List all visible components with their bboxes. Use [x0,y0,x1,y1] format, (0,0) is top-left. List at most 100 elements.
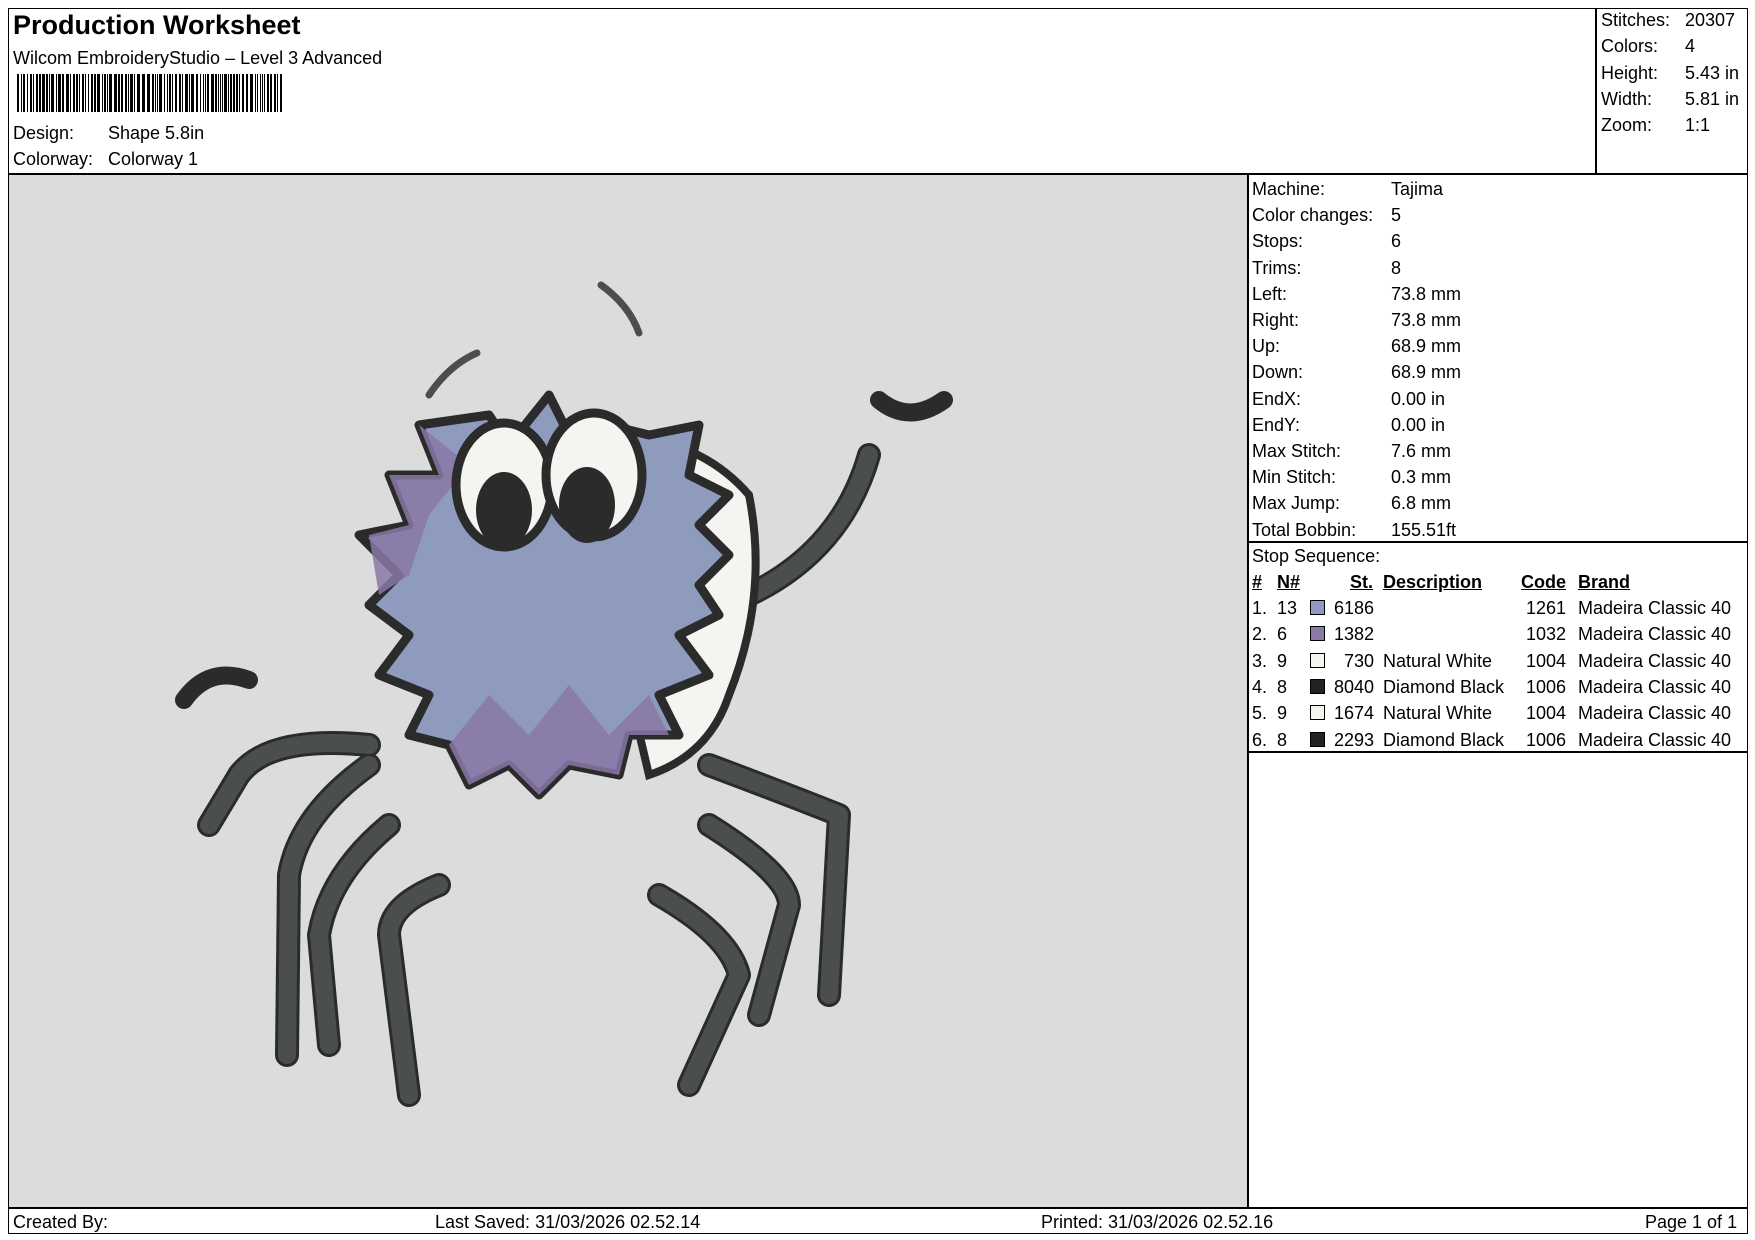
barcode-bar [128,74,129,112]
stop-row-needle: 13 [1277,598,1298,618]
stop-row-code: 1004 [1526,650,1567,671]
barcode-bar [118,74,120,112]
machine-info-value: 0.3 mm [1391,467,1452,488]
barcode-bar [152,74,154,112]
stop-row-description: Diamond Black [1383,676,1505,697]
barcode-bar [222,74,223,112]
barcode-bar [73,74,75,112]
barcode-bar [42,74,45,112]
col-header-code: Code [1521,572,1566,592]
col-header-brand: Brand [1578,572,1631,592]
stop-row-code: 1004 [1526,703,1567,724]
barcode-bar [102,74,103,112]
barcode-bar [267,74,269,112]
machine-info-label: Max Jump: [1252,493,1341,514]
stop-row-brand: Madeira Classic 40 [1578,729,1732,750]
barcode-bar [56,74,57,112]
barcode-bar [228,74,229,112]
stitches-label: Stitches: [1601,10,1671,30]
left-pupil [476,472,532,548]
stop-sequence-title: Stop Sequence: [1252,546,1381,566]
stop-row-brand: Madeira Classic 40 [1578,650,1732,671]
stop-row-code: 1261 [1526,598,1567,618]
stop-row-description: Diamond Black [1383,729,1505,750]
machine-info-value: 73.8 mm [1391,310,1462,330]
barcode-bar [157,74,158,112]
machine-info-label: Down: [1252,362,1304,383]
machine-info-label: Machine: [1252,179,1326,199]
barcode-bar [172,74,173,112]
stop-row-code: 1006 [1526,676,1567,697]
barcode-bar [200,74,201,112]
machine-info-value: 155.51ft [1391,519,1457,540]
stop-row-number: 5. [1252,703,1268,724]
barcode-bar [137,74,140,112]
barcode-bar [164,74,165,112]
barcode-bar [179,74,181,112]
created-by: Created By: [13,1212,109,1232]
spider-embroidery-image [175,281,953,1107]
col-header-st: St. [1350,572,1374,592]
zoom-value: 1:1 [1685,115,1711,135]
barcode-image [17,74,282,112]
notes-panel [1248,752,1748,1208]
barcode-bar [39,74,41,112]
barcode-bar [88,74,89,112]
color-swatch [1310,705,1325,721]
design-value: Shape 5.8in [108,123,205,143]
barcode-bar [224,74,227,112]
left-eyebrow [425,349,481,399]
barcode-bar [109,74,112,112]
height-label: Height: [1601,63,1659,83]
machine-info-value: 6 [1391,231,1402,252]
barcode-bar [257,74,258,112]
barcode-bar [169,74,171,112]
barcode-bar [270,74,272,112]
machine-info-label: Left: [1252,283,1288,304]
color-swatch [1310,731,1325,747]
barcode-bar [130,74,133,112]
col-header-num: # [1252,572,1263,592]
stop-row-code: 1032 [1526,624,1567,645]
col-header-description: Description [1383,572,1483,592]
width-value: 5.81 in [1685,89,1740,109]
barcode-bar [58,74,61,112]
barcode-bar [242,74,244,112]
colorway-label: Colorway: [13,149,94,169]
stop-row-brand: Madeira Classic 40 [1578,676,1732,697]
machine-info-value: 7.6 mm [1391,441,1452,461]
right-hand [870,391,953,422]
last-saved: Last Saved: 31/03/2026 02.52.14 [435,1212,701,1232]
barcode-bar [220,74,221,112]
barcode-bar [91,74,93,112]
barcode-bar [142,74,145,112]
machine-info-label: EndX: [1252,388,1302,409]
barcode-bar [255,74,256,112]
machine-info-label: Trims: [1252,257,1302,278]
stop-row-number: 1. [1252,598,1268,618]
stop-row-stitches: 8040 [1333,676,1374,697]
barcode-bar [205,74,206,112]
machine-info-value: 0.00 in [1391,388,1446,409]
colors-value: 4 [1685,36,1696,56]
stop-row-number: 6. [1252,729,1268,750]
barcode-bar [185,74,188,112]
machine-info-label: EndY: [1252,414,1301,435]
stop-row-needle: 6 [1277,624,1288,645]
barcode-bar [280,74,282,112]
stop-row-brand: Madeira Classic 40 [1578,598,1732,618]
barcode-bar [23,74,25,112]
printed: Printed: 31/03/2026 02.52.16 [1041,1212,1274,1232]
barcode-bar [191,74,194,112]
software-name: Wilcom EmbroideryStudio – Level 3 Advanc… [13,48,383,68]
stop-row-needle: 8 [1277,676,1288,697]
barcode-bar [107,74,108,112]
color-swatch [1310,652,1325,668]
footer-panel [8,1208,1748,1234]
barcode-bar [250,74,253,112]
barcode-bar [218,74,219,112]
barcode-bar [147,74,150,112]
barcode-bar [46,74,48,112]
barcode-bar [277,74,278,112]
page-title: Production Worksheet [13,10,301,40]
